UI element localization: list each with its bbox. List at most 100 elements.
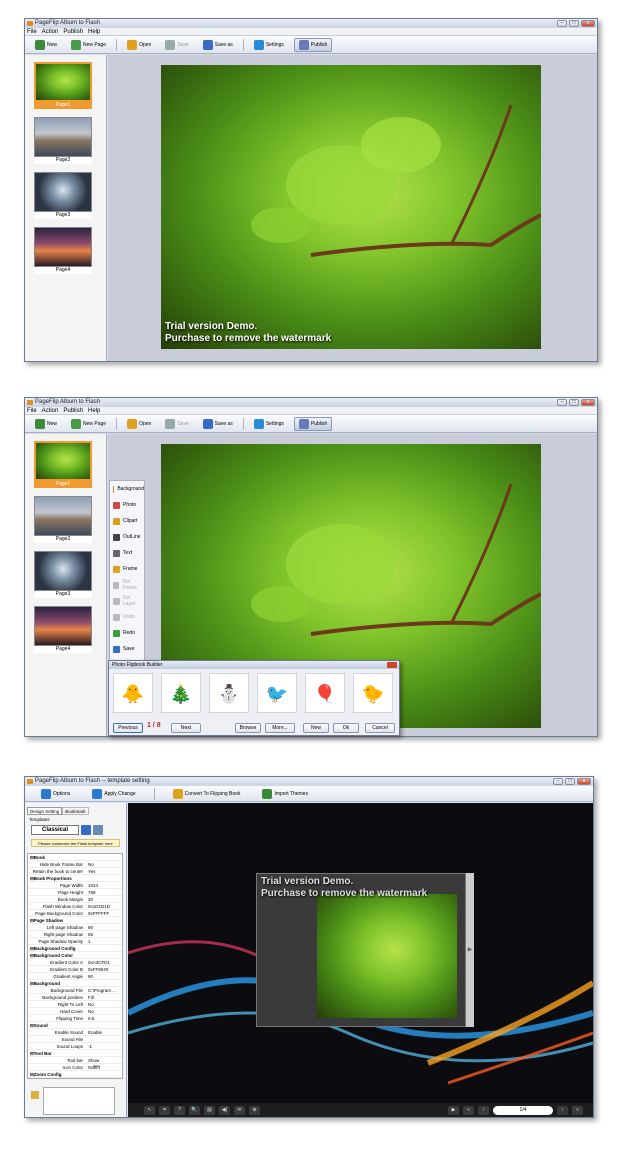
new-page-button[interactable]: New Page [67, 38, 110, 52]
property-row[interactable]: ⊟Background [28, 980, 122, 987]
thumbnail-page4[interactable]: Page4 [34, 227, 92, 275]
property-value[interactable]: Enable [86, 1029, 122, 1035]
close-button[interactable]: x [577, 778, 591, 785]
property-row[interactable]: Flash Window Color 0x1D1D1D [28, 903, 122, 910]
property-row[interactable]: Page Shadow Opacity 1 [28, 938, 122, 945]
minimize-button[interactable]: – [557, 399, 567, 406]
new-button[interactable]: New [303, 723, 329, 733]
property-row[interactable]: Retain the book to center Yes [28, 868, 122, 875]
property-value[interactable]: 55 [86, 931, 122, 937]
property-row[interactable]: Sound File [28, 1036, 122, 1043]
tool-photo[interactable]: Photo [110, 497, 144, 513]
minimize-button[interactable]: – [553, 778, 563, 785]
open-button[interactable]: Open [123, 417, 155, 431]
menu-action[interactable]: Action [42, 28, 59, 35]
property-value[interactable] [86, 1050, 122, 1056]
nav-button[interactable]: « [463, 1105, 474, 1115]
nav-button[interactable]: ‹ [478, 1105, 489, 1115]
close-button[interactable]: x [581, 399, 595, 406]
next-button[interactable]: Next [171, 723, 201, 733]
clipart-balloons[interactable]: 🎈 [305, 673, 345, 713]
publish-button[interactable]: Publish [293, 416, 333, 431]
property-value[interactable]: -1 [86, 1043, 122, 1049]
property-row[interactable]: Background position Fill [28, 994, 122, 1001]
tool-del-frame[interactable]: Del Frame [110, 577, 144, 593]
tool-save[interactable]: Save [110, 641, 144, 657]
browse-button[interactable]: Browse [235, 723, 261, 733]
flash-toolbar-button[interactable]: ? [174, 1105, 185, 1115]
tool-clipart[interactable]: Clipart [110, 513, 144, 529]
thumbnail-page3[interactable]: Page3 [34, 172, 92, 220]
previous-button[interactable]: Previous [113, 723, 143, 733]
flash-toolbar-button[interactable]: 🔍 [189, 1105, 200, 1115]
property-row[interactable]: ⊟Zoom Config [28, 1071, 122, 1078]
thumbnail-page2[interactable]: Page2 [34, 117, 92, 165]
property-row[interactable]: ⊟Background Color [28, 952, 122, 959]
thumbnail-page3[interactable]: Page3 [34, 551, 92, 599]
property-row[interactable]: Flipping Time 0.6 [28, 1015, 122, 1022]
menu-file[interactable]: File [27, 407, 37, 414]
property-value[interactable] [86, 1022, 122, 1028]
property-value[interactable]: 0xFFFFFF [86, 910, 122, 916]
dialog-close-button[interactable] [387, 662, 397, 668]
property-value[interactable]: No [86, 1001, 122, 1007]
clipart-snowman[interactable]: ⛄ [209, 673, 249, 713]
tab-bookmark[interactable]: Bookmark [62, 807, 89, 815]
menu-action[interactable]: Action [42, 407, 59, 414]
property-row[interactable]: Background File C:\Program ... [28, 987, 122, 994]
export-template-icon[interactable] [93, 825, 103, 835]
ok-button[interactable]: Ok [333, 723, 359, 733]
nav-button[interactable]: » [572, 1105, 583, 1115]
cancel-button[interactable]: Cancel [365, 723, 395, 733]
property-value[interactable] [86, 854, 122, 860]
property-value[interactable] [86, 945, 122, 951]
tool-del-layer[interactable]: Del Layer [110, 593, 144, 609]
property-row[interactable]: Gradient Color B 0xFF8040 [28, 966, 122, 973]
property-row[interactable]: ⊟Background Config [28, 945, 122, 952]
property-value[interactable]: 30 [86, 896, 122, 902]
property-value[interactable]: 90 [86, 973, 122, 979]
save-template-icon[interactable] [81, 825, 91, 835]
more-button[interactable]: More... [265, 723, 295, 733]
clipart-christmas-tree[interactable]: 🎄 [161, 673, 201, 713]
thumbnail-page2[interactable]: Page2 [34, 496, 92, 544]
menu-publish[interactable]: Publish [63, 407, 83, 414]
property-value[interactable] [86, 952, 122, 958]
save-as-button[interactable]: Save as [199, 417, 237, 431]
property-value[interactable]: 768 [86, 889, 122, 895]
new-page-button[interactable]: New Page [67, 417, 110, 431]
property-value[interactable]: 1024 [86, 882, 122, 888]
maximize-button[interactable]: □ [569, 399, 579, 406]
property-row[interactable]: ⊟Book Proportions [28, 875, 122, 882]
save-button[interactable]: Save [161, 38, 192, 52]
property-row[interactable]: Right To Left No [28, 1001, 122, 1008]
maximize-button[interactable]: □ [569, 20, 579, 27]
property-row[interactable]: Tool bar Show [28, 1057, 122, 1064]
menu-help[interactable]: Help [88, 28, 100, 35]
property-value[interactable]: Yes [86, 868, 122, 874]
thumbnail-page1[interactable]: Page1 [34, 441, 92, 489]
save-button[interactable]: Save [161, 417, 192, 431]
open-button[interactable]: Open [123, 38, 155, 52]
publish-button[interactable]: Publish [293, 37, 333, 52]
flash-toolbar-button[interactable]: ⌗ [159, 1105, 170, 1115]
clipart-chick[interactable]: 🐥 [113, 673, 153, 713]
property-value[interactable]: 0xFF8040 [86, 966, 122, 972]
settings-button[interactable]: Settings [250, 38, 288, 52]
property-row[interactable]: ⊟Tool Bar [28, 1050, 122, 1057]
page-indicator[interactable]: 1/4 [493, 1105, 553, 1115]
property-value[interactable]: Fill [86, 994, 122, 1000]
options-button[interactable]: Options [37, 787, 74, 801]
flash-toolbar-button[interactable]: ◀) [219, 1105, 230, 1115]
property-value[interactable]: 0x1D1D1D [86, 903, 122, 909]
property-value[interactable] [86, 917, 122, 923]
property-value[interactable]: 90 [86, 924, 122, 930]
tool-text[interactable]: Text [110, 545, 144, 561]
save-as-button[interactable]: Save as [199, 38, 237, 52]
nav-button[interactable]: ▶ [448, 1105, 459, 1115]
import-themes-button[interactable]: Import Themes [258, 787, 312, 801]
maximize-button[interactable]: □ [565, 778, 575, 785]
property-row[interactable]: ⊟Book [28, 854, 122, 861]
new-button[interactable]: New [31, 38, 61, 52]
settings-button[interactable]: Settings [250, 417, 288, 431]
